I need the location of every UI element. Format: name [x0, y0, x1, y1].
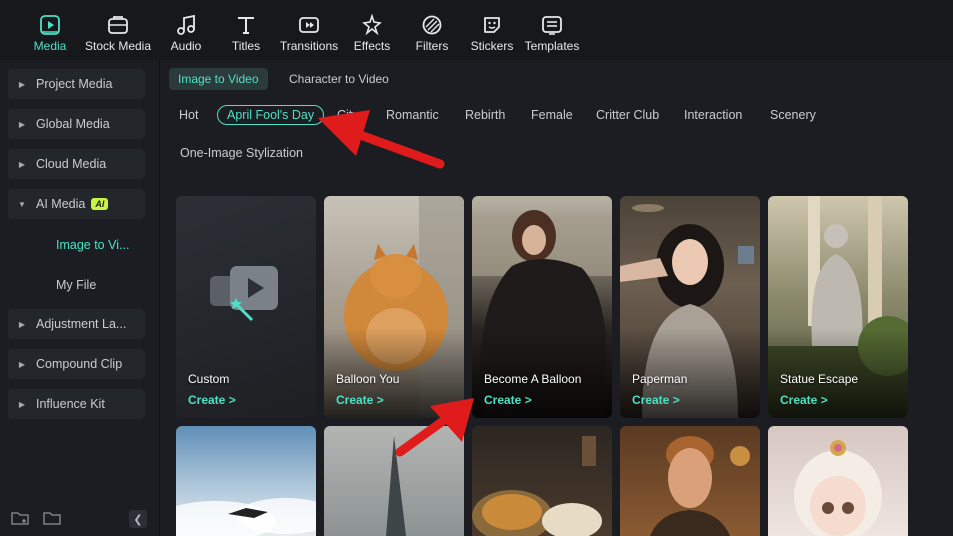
sidebar-item-influence-kit[interactable]: ▶ Influence Kit — [8, 389, 145, 419]
ai-badge: AI — [91, 198, 109, 210]
category-hot[interactable]: Hot — [179, 108, 198, 122]
sidebar-item-ai-media[interactable]: ▼ AI Media AI — [8, 189, 145, 219]
templates-icon — [542, 16, 562, 35]
template-card-doll[interactable] — [768, 426, 908, 536]
top-toolbar: Media Stock Media Audio Titles Transitio… — [0, 0, 953, 60]
collapse-sidebar-button[interactable]: ❮ — [129, 510, 147, 528]
sidebar-item-label: Cloud Media — [36, 157, 107, 171]
sidebar-item-label: Project Media — [36, 77, 113, 91]
tower-thumbnail — [386, 436, 406, 536]
template-card-statue-escape[interactable]: Statue Escape Create > — [768, 196, 908, 418]
tab-filters[interactable]: Filters — [402, 0, 462, 60]
card-title: Become A Balloon — [484, 372, 582, 386]
category-april-fools-day[interactable]: April Fool's Day — [217, 105, 325, 125]
category-city[interactable]: City — [337, 108, 359, 122]
template-card-man[interactable] — [620, 426, 760, 536]
transitions-icon — [299, 17, 319, 33]
caret-right-icon: ▶ — [18, 319, 26, 329]
create-link[interactable]: Create > — [188, 393, 236, 407]
category-interaction[interactable]: Interaction — [684, 108, 742, 122]
upload-image-icon — [210, 266, 278, 322]
create-link[interactable]: Create > — [632, 393, 680, 407]
card-title: Statue Escape — [780, 372, 859, 386]
tab-character-to-video[interactable]: Character to Video — [280, 68, 398, 90]
tab-audio[interactable]: Audio — [156, 0, 216, 60]
man-portrait-thumbnail — [650, 436, 750, 536]
sidebar-item-cloud-media[interactable]: ▶ Cloud Media — [8, 149, 145, 179]
sidebar-subitem-image-to-video[interactable]: Image to Vi... — [56, 238, 129, 252]
tab-media[interactable]: Media — [20, 0, 80, 60]
template-card-become-a-balloon[interactable]: Become A Balloon Create > — [472, 196, 612, 418]
sidebar-subitem-my-file[interactable]: My File — [56, 278, 96, 292]
folder-icon[interactable] — [43, 510, 61, 526]
tab-stickers[interactable]: Stickers — [462, 0, 522, 60]
media-sidebar: ▶ Project Media ▶ Global Media ▶ Cloud M… — [0, 60, 160, 536]
caret-down-icon: ▼ — [18, 199, 26, 209]
tab-image-to-video[interactable]: Image to Video — [169, 68, 268, 90]
tab-templates[interactable]: Templates — [522, 0, 582, 60]
titles-icon — [238, 17, 254, 34]
new-folder-icon[interactable] — [11, 510, 29, 526]
skydiver-thumbnail — [176, 498, 316, 536]
sidebar-item-label: Compound Clip — [36, 357, 123, 371]
tab-audio-label: Audio — [170, 39, 202, 53]
category-rebirth[interactable]: Rebirth — [465, 108, 505, 122]
sidebar-item-label: AI Media — [36, 197, 86, 211]
category-scenery[interactable]: Scenery — [770, 108, 816, 122]
sidebar-item-label: Global Media — [36, 117, 110, 131]
create-link[interactable]: Create > — [336, 393, 384, 407]
stickers-icon — [484, 17, 500, 33]
tab-transitions-label: Transitions — [279, 39, 339, 53]
sidebar-item-project-media[interactable]: ▶ Project Media — [8, 69, 145, 99]
food-thumbnail — [472, 436, 602, 536]
category-one-image-stylization[interactable]: One-Image Stylization — [180, 146, 303, 160]
caret-right-icon: ▶ — [18, 159, 26, 169]
caret-right-icon: ▶ — [18, 399, 26, 409]
tab-transitions[interactable]: Transitions — [276, 0, 342, 60]
caret-right-icon: ▶ — [18, 79, 26, 89]
card-title: Paperman — [632, 372, 688, 386]
tab-titles-label: Titles — [231, 39, 261, 53]
main-panel: Image to Video Character to Video Hot Ap… — [161, 60, 953, 536]
chevron-left-icon: ❮ — [133, 513, 143, 526]
sidebar-item-adjustment-layer[interactable]: ▶ Adjustment La... — [8, 309, 145, 339]
template-card-paperman[interactable]: Paperman Create > — [620, 196, 760, 418]
tab-titles[interactable]: Titles — [216, 0, 276, 60]
caret-right-icon: ▶ — [18, 359, 26, 369]
caret-right-icon: ▶ — [18, 119, 26, 129]
card-title: Balloon You — [336, 372, 400, 386]
tab-effects[interactable]: Effects — [342, 0, 402, 60]
category-romantic[interactable]: Romantic — [386, 108, 439, 122]
tab-filters-label: Filters — [415, 39, 449, 53]
card-title: Custom — [188, 372, 230, 386]
create-link[interactable]: Create > — [484, 393, 532, 407]
filters-icon — [422, 15, 442, 35]
create-link[interactable]: Create > — [780, 393, 828, 407]
effects-icon — [362, 14, 382, 36]
doll-thumbnail — [794, 440, 882, 536]
template-card-tower[interactable] — [324, 426, 464, 536]
media-icon — [40, 15, 60, 35]
tab-stock-media[interactable]: Stock Media — [80, 0, 156, 60]
audio-icon — [177, 14, 195, 35]
stock-media-icon — [108, 16, 128, 34]
category-female[interactable]: Female — [531, 108, 573, 122]
tab-stickers-label: Stickers — [470, 39, 514, 53]
template-card-custom[interactable]: Custom Create > — [176, 196, 316, 418]
tab-effects-label: Effects — [353, 39, 391, 53]
template-card-balloon-you[interactable]: Balloon You Create > — [324, 196, 464, 418]
template-card-food[interactable] — [472, 426, 612, 536]
template-card-sky[interactable] — [176, 426, 316, 536]
tab-stock-media-label: Stock Media — [84, 39, 152, 53]
sidebar-item-label: Adjustment La... — [36, 317, 127, 331]
sidebar-item-global-media[interactable]: ▶ Global Media — [8, 109, 145, 139]
tab-templates-label: Templates — [524, 39, 580, 53]
sidebar-item-label: Influence Kit — [36, 397, 105, 411]
sidebar-item-compound-clip[interactable]: ▶ Compound Clip — [8, 349, 145, 379]
category-critter-club[interactable]: Critter Club — [596, 108, 659, 122]
tab-media-label: Media — [33, 39, 67, 53]
